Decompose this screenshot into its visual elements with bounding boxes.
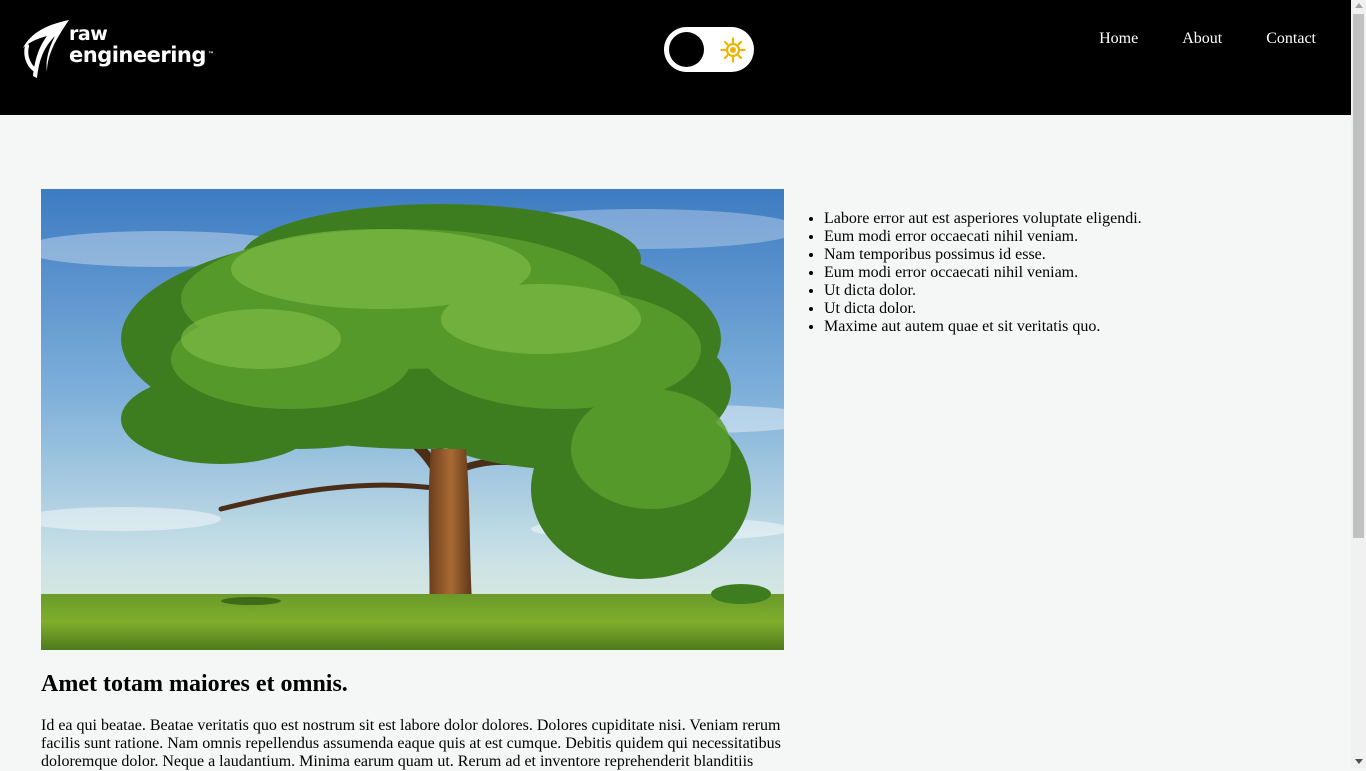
article-title: Amet totam maiores et omnis. [41, 671, 348, 697]
logo-line-2-text: engineering [69, 43, 206, 67]
logo-line-2: engineering ™ [69, 44, 214, 66]
list-item: Nam temporibus possimus id esse. [824, 246, 1142, 264]
nav-contact-link[interactable]: Contact [1266, 29, 1316, 48]
main-nav: Home About Contact [1055, 29, 1316, 48]
theme-toggle[interactable] [664, 27, 754, 72]
scroll-down-icon[interactable] [1355, 759, 1363, 764]
logo-line-1: raw [69, 23, 108, 45]
list-item: Labore error aut est asperiores voluptat… [824, 210, 1142, 228]
scroll-up-icon[interactable] [1355, 3, 1363, 8]
trademark-symbol: ™ [207, 51, 214, 58]
scroll-thumb[interactable] [1353, 14, 1364, 538]
toggle-knob [669, 32, 704, 67]
page-scrollbar[interactable] [1351, 0, 1366, 768]
logo-link[interactable]: raw engineering ™ [19, 18, 214, 78]
article-body: Id ea qui beatae. Beatae veritatis quo e… [41, 717, 781, 770]
content-list: Labore error aut est asperiores voluptat… [784, 210, 1142, 336]
list-item: Maxime aut autem quae et sit veritatis q… [824, 318, 1142, 336]
hero-image [41, 189, 784, 650]
list-item: Eum modi error occaecati nihil veniam. [824, 264, 1142, 282]
tree-illustration [41, 189, 784, 650]
sun-icon [720, 37, 746, 63]
list-item: Eum modi error occaecati nihil veniam. [824, 228, 1142, 246]
list-item: Ut dicta dolor. [824, 300, 1142, 318]
nav-about-link[interactable]: About [1182, 29, 1222, 48]
nav-home-link[interactable]: Home [1099, 29, 1138, 48]
list-item: Ut dicta dolor. [824, 282, 1142, 300]
site-header: raw engineering ™ Home About Contact [0, 0, 1351, 115]
